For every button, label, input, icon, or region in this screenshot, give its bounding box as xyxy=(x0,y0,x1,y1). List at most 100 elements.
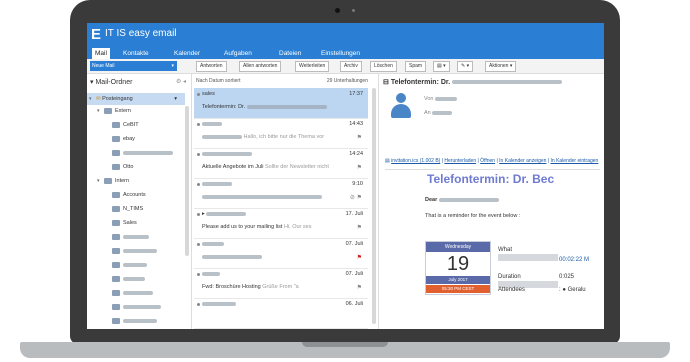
sensor-icon xyxy=(352,9,355,12)
list-item[interactable]: 14:24 Aktuelle Angebote im Juli Sollte d… xyxy=(194,148,368,179)
list-item[interactable]: 06. Juli xyxy=(194,298,368,329)
gear-icon[interactable]: ⚙ ◂ xyxy=(176,78,186,85)
folder-pane-title[interactable]: ▾ Mail-Ordner xyxy=(90,78,132,86)
sidebar-item-otto[interactable]: Otto xyxy=(87,161,208,173)
sidebar-item-blurred[interactable] xyxy=(87,273,208,285)
sidebar-item-blurred[interactable] xyxy=(87,259,208,271)
folder-label: Intern xyxy=(115,178,130,184)
actions-button[interactable]: Aktionen ▾ xyxy=(485,61,517,72)
message-list-scrollbar[interactable] xyxy=(372,88,376,324)
sidebar-item-blurred[interactable] xyxy=(87,287,208,299)
app-screen: E IT IS easy email Mail Kontakte Kalende… xyxy=(87,23,604,329)
attachment-file[interactable]: invitation.ics (1.002 B) xyxy=(391,158,440,164)
flag-icon[interactable]: ⚑ xyxy=(357,284,362,291)
chevron-down-icon[interactable]: ▾ xyxy=(171,61,174,71)
message-subject-text: Telefontermin: Dr. xyxy=(202,104,246,110)
redacted-text xyxy=(202,181,232,186)
folder-icon xyxy=(112,247,120,254)
folder-pane: ▾ Mail-Ordner ⚙ ◂ ▾ ✉ Posteingang ▾ ▾ Exte… xyxy=(87,74,192,329)
tab-settings[interactable]: Einstellungen xyxy=(318,48,363,59)
flag-icon[interactable]: ⚑ xyxy=(357,134,362,141)
to-field: An xyxy=(424,110,453,116)
tag-icon[interactable]: ✎ ▾ xyxy=(457,61,474,72)
event-separator xyxy=(498,254,558,261)
message-sender xyxy=(202,301,236,307)
folder-icon xyxy=(112,205,120,212)
delete-button[interactable]: Löschen xyxy=(370,61,397,72)
sidebar-item-blurred[interactable] xyxy=(87,231,208,243)
actions-label: Aktionen xyxy=(489,63,509,69)
flag-icon[interactable]: ⚑ xyxy=(357,164,362,171)
chevron-down-icon[interactable]: ▾ xyxy=(97,105,104,117)
unread-dot-icon xyxy=(197,183,200,186)
redacted-label xyxy=(123,276,145,281)
add-to-calendar-link[interactable]: In Kalender eintragen xyxy=(551,158,599,164)
redacted-text xyxy=(435,96,458,101)
sidebar-item-blurred[interactable] xyxy=(87,147,208,159)
sort-dropdown[interactable]: Nach Datum sortiert xyxy=(196,78,240,84)
sidebar-item-ntims[interactable]: N_TIMS xyxy=(87,203,208,215)
new-mail-button[interactable]: Neue Mail ▾ xyxy=(90,61,177,71)
archive-button[interactable]: Archiv xyxy=(340,61,362,72)
message-subject xyxy=(202,194,322,200)
tab-tasks[interactable]: Aufgaben xyxy=(221,48,255,59)
tab-calendar[interactable]: Kalender xyxy=(171,48,203,59)
chevron-down-icon[interactable]: ▾ xyxy=(174,93,177,105)
list-item[interactable]: ▸ 17. Juli Please add us to your mailing… xyxy=(194,208,368,239)
redacted-label xyxy=(123,262,147,267)
redacted-text xyxy=(202,121,222,126)
main-menu: Mail Kontakte Kalender Aufgaben Dateien … xyxy=(87,47,604,59)
reply-all-button[interactable]: Allen antworten xyxy=(239,61,282,72)
redacted-text xyxy=(202,241,224,246)
attendees-value: : ● Geralu xyxy=(559,287,586,293)
sidebar-item-cebit[interactable]: CeBIT xyxy=(87,119,208,131)
chevron-down-icon[interactable]: ▾ xyxy=(97,175,104,187)
greeting-text: Dear xyxy=(425,197,438,203)
redacted-label xyxy=(123,318,157,323)
sidebar-item-inbox[interactable]: ▾ ✉ Posteingang ▾ xyxy=(87,93,185,105)
message-date: 06. Juli xyxy=(345,301,363,307)
attachment-icon: ▤ xyxy=(385,158,390,164)
folder-label: N_TIMS xyxy=(123,206,144,212)
when-value: 00:02:22 M xyxy=(559,257,590,263)
attachment-flag-icon[interactable]: ⊘ ⚑ xyxy=(350,194,362,201)
list-item[interactable]: 07. Juli Fwd: Broschüre Hosting Grüße Fr… xyxy=(194,268,368,299)
folder-label: Posteingang xyxy=(102,96,133,102)
open-link[interactable]: Öffnen xyxy=(480,158,495,164)
list-item[interactable]: sales 17:37 Telefontermin: Dr. xyxy=(194,88,368,119)
calendar-card: Wednesday 19 July 2017 05:30 PM CEST xyxy=(425,241,491,295)
sidebar-item-extern[interactable]: ▾ Extern xyxy=(87,105,193,117)
list-item[interactable]: 07. Juli ⚑ xyxy=(194,238,368,269)
flag-icon[interactable]: ⚑ xyxy=(357,254,362,261)
redacted-label xyxy=(123,304,161,309)
chevron-down-icon[interactable]: ▾ xyxy=(89,93,96,105)
download-link[interactable]: Herunterladen xyxy=(444,158,476,164)
show-in-calendar-link[interactable]: In Kalender anzeigen xyxy=(499,158,546,164)
list-item[interactable]: 14:43 Hallo, ich bitte nur die Thema vor… xyxy=(194,118,368,149)
folder-icon xyxy=(112,303,120,310)
sidebar-item-blurred[interactable] xyxy=(87,315,208,327)
sidebar-item-blurred[interactable] xyxy=(87,245,208,257)
folder-scrollbar[interactable] xyxy=(185,106,189,256)
flag-icon[interactable]: ⚑ xyxy=(357,224,362,231)
message-subject-text: Fwd: Broschüre Hosting xyxy=(202,284,261,290)
tab-mail[interactable]: Mail xyxy=(92,48,110,59)
sidebar-item-sales[interactable]: Sales xyxy=(87,217,208,229)
tab-contacts[interactable]: Kontakte xyxy=(120,48,152,59)
print-icon[interactable]: ▤ ▾ xyxy=(433,61,450,72)
tab-files[interactable]: Dateien xyxy=(276,48,304,59)
sidebar-item-ebay[interactable]: ebay xyxy=(87,133,208,145)
sidebar-item-accounts[interactable]: Accounts xyxy=(87,189,208,201)
folder-label: Accounts xyxy=(123,192,146,198)
sidebar-item-blurred[interactable] xyxy=(87,301,208,313)
message-date: 07. Juli xyxy=(345,241,363,247)
reply-button[interactable]: Antworten xyxy=(196,61,227,72)
spam-button[interactable]: Spam xyxy=(405,61,427,72)
reading-pane: ⊟ Telefontermin: Dr. Von An ▤ invitation… xyxy=(379,74,604,329)
sidebar-item-intern[interactable]: ▾ Intern xyxy=(87,175,193,187)
calendar-weekday: Wednesday xyxy=(426,242,490,252)
forward-button[interactable]: Weiterleiten xyxy=(295,61,330,72)
message-sender: sales xyxy=(202,91,215,97)
calendar-day: 19 xyxy=(446,253,470,275)
list-item[interactable]: 9:10 ⊘ ⚑ xyxy=(194,178,368,209)
